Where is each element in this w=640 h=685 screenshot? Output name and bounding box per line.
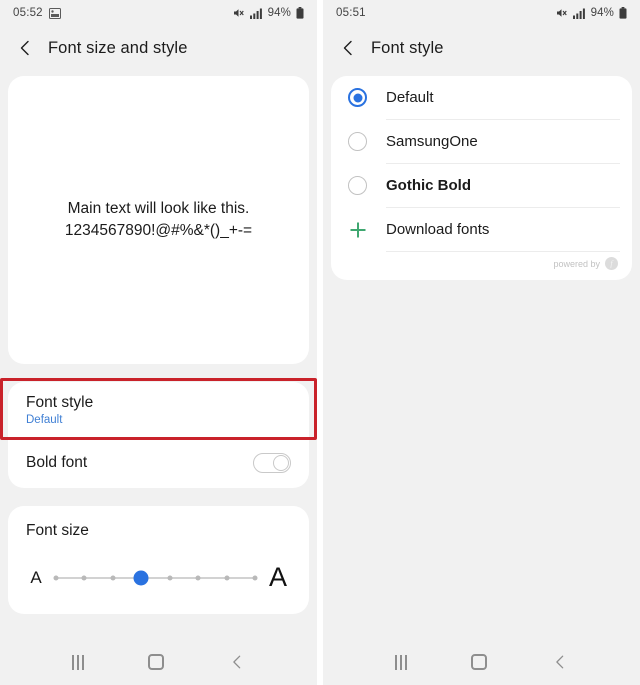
- font-option-default[interactable]: Default: [331, 76, 632, 119]
- home-icon[interactable]: [471, 654, 488, 670]
- status-bar-right: 94%: [556, 7, 627, 19]
- page-title: Font style: [371, 38, 444, 57]
- font-size-slider-wrap: A A: [26, 562, 291, 593]
- bold-font-label: Bold font: [26, 454, 88, 471]
- navigation-bar: [323, 639, 640, 685]
- back-icon[interactable]: [552, 654, 568, 670]
- font-size-card: Font size A A: [8, 506, 309, 614]
- large-a-label: A: [268, 562, 287, 592]
- image-icon: [48, 7, 61, 19]
- slider-tick[interactable]: [81, 575, 87, 580]
- bold-font-toggle[interactable]: [253, 453, 291, 473]
- right-phone-screen: 05:51 94% Font style Default SamsungOne …: [323, 0, 640, 685]
- font-style-row[interactable]: Font style Default: [0, 378, 317, 440]
- slider-tick[interactable]: [110, 575, 116, 580]
- download-fonts-row[interactable]: Download fonts: [331, 208, 632, 251]
- radio-gothic-bold[interactable]: [348, 176, 367, 195]
- font-option-label: Default: [386, 89, 434, 106]
- slider-tick[interactable]: [252, 575, 258, 580]
- powered-by-badge-icon: f: [605, 257, 618, 270]
- download-fonts-label: Download fonts: [386, 221, 490, 238]
- font-option-label: SamsungOne: [386, 133, 478, 150]
- settings-card: Font style Default Bold font: [0, 378, 317, 488]
- navigation-bar: [0, 639, 317, 685]
- battery-icon: [619, 7, 627, 19]
- slider-tick[interactable]: [195, 575, 201, 580]
- volume-mute-icon: [556, 9, 567, 17]
- recents-icon[interactable]: [395, 654, 408, 670]
- toggle-knob: [273, 455, 289, 471]
- signal-bars-icon: [572, 8, 585, 19]
- font-option-gothic-bold[interactable]: Gothic Bold: [331, 164, 632, 207]
- signal-bars-icon: [249, 8, 262, 19]
- volume-mute-icon: [233, 9, 244, 17]
- font-style-list-card: Default SamsungOne Gothic Bold Download …: [331, 76, 632, 280]
- page-title: Font size and style: [48, 38, 188, 57]
- status-bar-left: 05:52: [13, 7, 61, 19]
- status-clock: 05:52: [13, 7, 43, 19]
- font-style-label: Font style: [26, 394, 94, 411]
- slider-thumb[interactable]: [133, 570, 149, 585]
- powered-by-text: powered by: [553, 258, 600, 269]
- radio-samsungone[interactable]: [348, 132, 367, 151]
- status-bar-left: 05:51: [336, 7, 366, 19]
- battery-percent: 94%: [590, 7, 614, 19]
- font-option-label: Gothic Bold: [386, 177, 471, 194]
- powered-by-footer: powered by f: [331, 252, 632, 276]
- left-phone-screen: 05:52 94% Font size and style Main text …: [0, 0, 317, 685]
- preview-line-1: Main text will look like this.: [67, 200, 250, 217]
- home-icon[interactable]: [148, 654, 165, 670]
- font-option-samsungone[interactable]: SamsungOne: [331, 120, 632, 163]
- status-bar: 05:52 94%: [0, 0, 317, 26]
- recents-icon[interactable]: [72, 654, 85, 670]
- preview-line-2: 1234567890!@#%&*()_+-=: [64, 222, 253, 239]
- slider-tick[interactable]: [224, 575, 230, 580]
- back-chevron-icon[interactable]: [16, 39, 34, 57]
- slider-tick[interactable]: [167, 575, 173, 580]
- font-preview-card: Main text will look like this. 123456789…: [8, 76, 309, 364]
- font-size-label: Font size: [26, 522, 89, 539]
- dual-screenshot-container: 05:52 94% Font size and style Main text …: [0, 0, 640, 685]
- preview-text-block: Main text will look like this. 123456789…: [65, 198, 252, 242]
- bold-font-row[interactable]: Bold font: [8, 438, 309, 488]
- battery-icon: [296, 7, 304, 19]
- radio-default[interactable]: [348, 88, 367, 107]
- status-clock: 05:51: [336, 7, 366, 19]
- header: Font style: [323, 26, 640, 70]
- status-bar: 05:51 94%: [323, 0, 640, 26]
- plus-icon: [348, 220, 367, 239]
- small-a-label: A: [30, 567, 42, 587]
- header: Font size and style: [0, 26, 317, 70]
- font-style-value: Default: [26, 414, 63, 426]
- status-bar-right: 94%: [233, 7, 304, 19]
- back-icon[interactable]: [229, 654, 245, 670]
- font-size-slider[interactable]: [53, 569, 258, 587]
- back-chevron-icon[interactable]: [339, 39, 357, 57]
- battery-percent: 94%: [267, 7, 291, 19]
- slider-tick[interactable]: [53, 575, 59, 580]
